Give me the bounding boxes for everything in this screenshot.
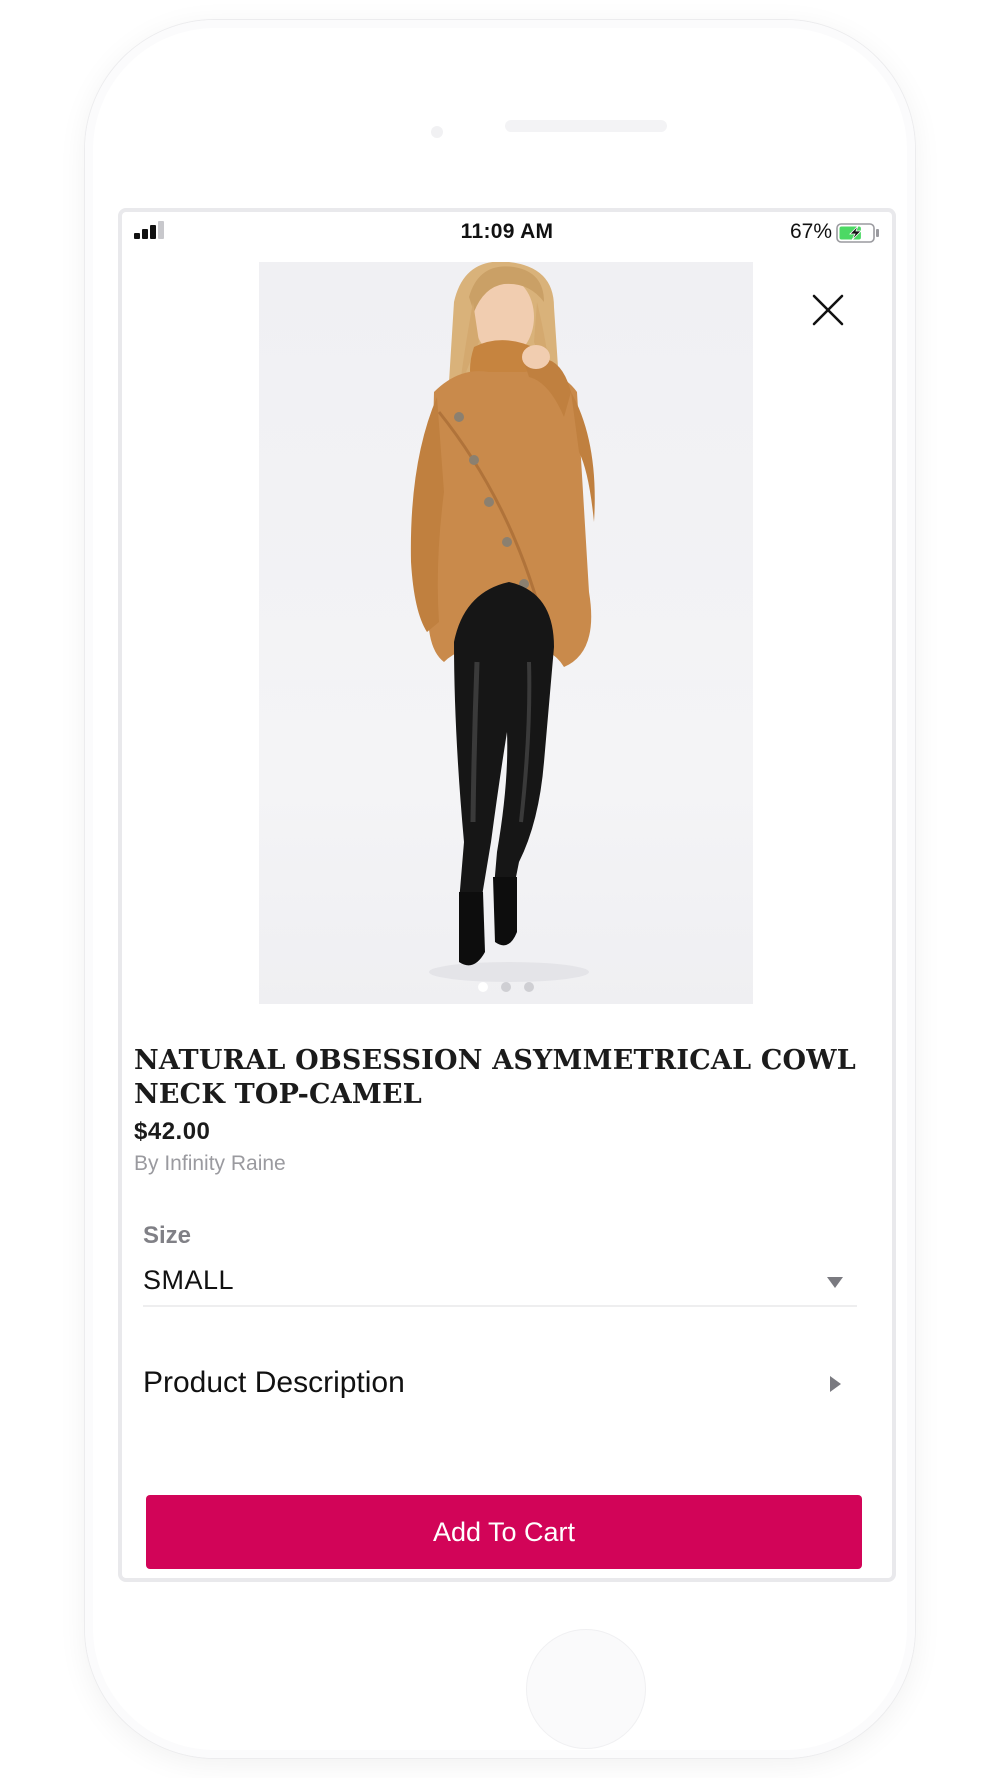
carousel-dot[interactable]	[478, 982, 488, 992]
earpiece-speaker	[505, 120, 667, 132]
battery-charging-icon	[836, 223, 879, 243]
close-icon[interactable]	[810, 292, 846, 328]
chevron-down-icon	[827, 1277, 843, 1288]
product-description-row[interactable]: Product Description	[143, 1358, 857, 1408]
product-image[interactable]	[259, 262, 753, 1004]
model-photo	[410, 262, 595, 982]
size-label: Size	[143, 1222, 192, 1249]
carousel-dots[interactable]	[259, 982, 753, 992]
chevron-right-icon	[830, 1376, 841, 1392]
size-select[interactable]: SMALL	[143, 1255, 857, 1307]
status-bar: 11:09 AM 67%	[122, 212, 892, 250]
product-price: $42.00	[134, 1118, 211, 1145]
app-screen: 11:09 AM 67% NATURAL OBSESSION ASYMMETRI…	[118, 208, 896, 1582]
size-selected-value: SMALL	[143, 1265, 235, 1295]
battery-percent: 67%	[789, 220, 832, 243]
product-brand[interactable]: By Infinity Raine	[134, 1152, 286, 1176]
add-to-cart-button[interactable]: Add To Cart	[146, 1495, 862, 1569]
product-description-label: Product Description	[143, 1366, 405, 1399]
product-title: NATURAL OBSESSION ASYMMETRICAL COWL NECK…	[134, 1045, 856, 1110]
carousel-dot[interactable]	[524, 982, 534, 992]
status-time: 11:09 AM	[460, 220, 554, 243]
carousel-dot[interactable]	[501, 982, 511, 992]
home-button[interactable]	[526, 1629, 646, 1749]
front-camera	[431, 126, 443, 138]
